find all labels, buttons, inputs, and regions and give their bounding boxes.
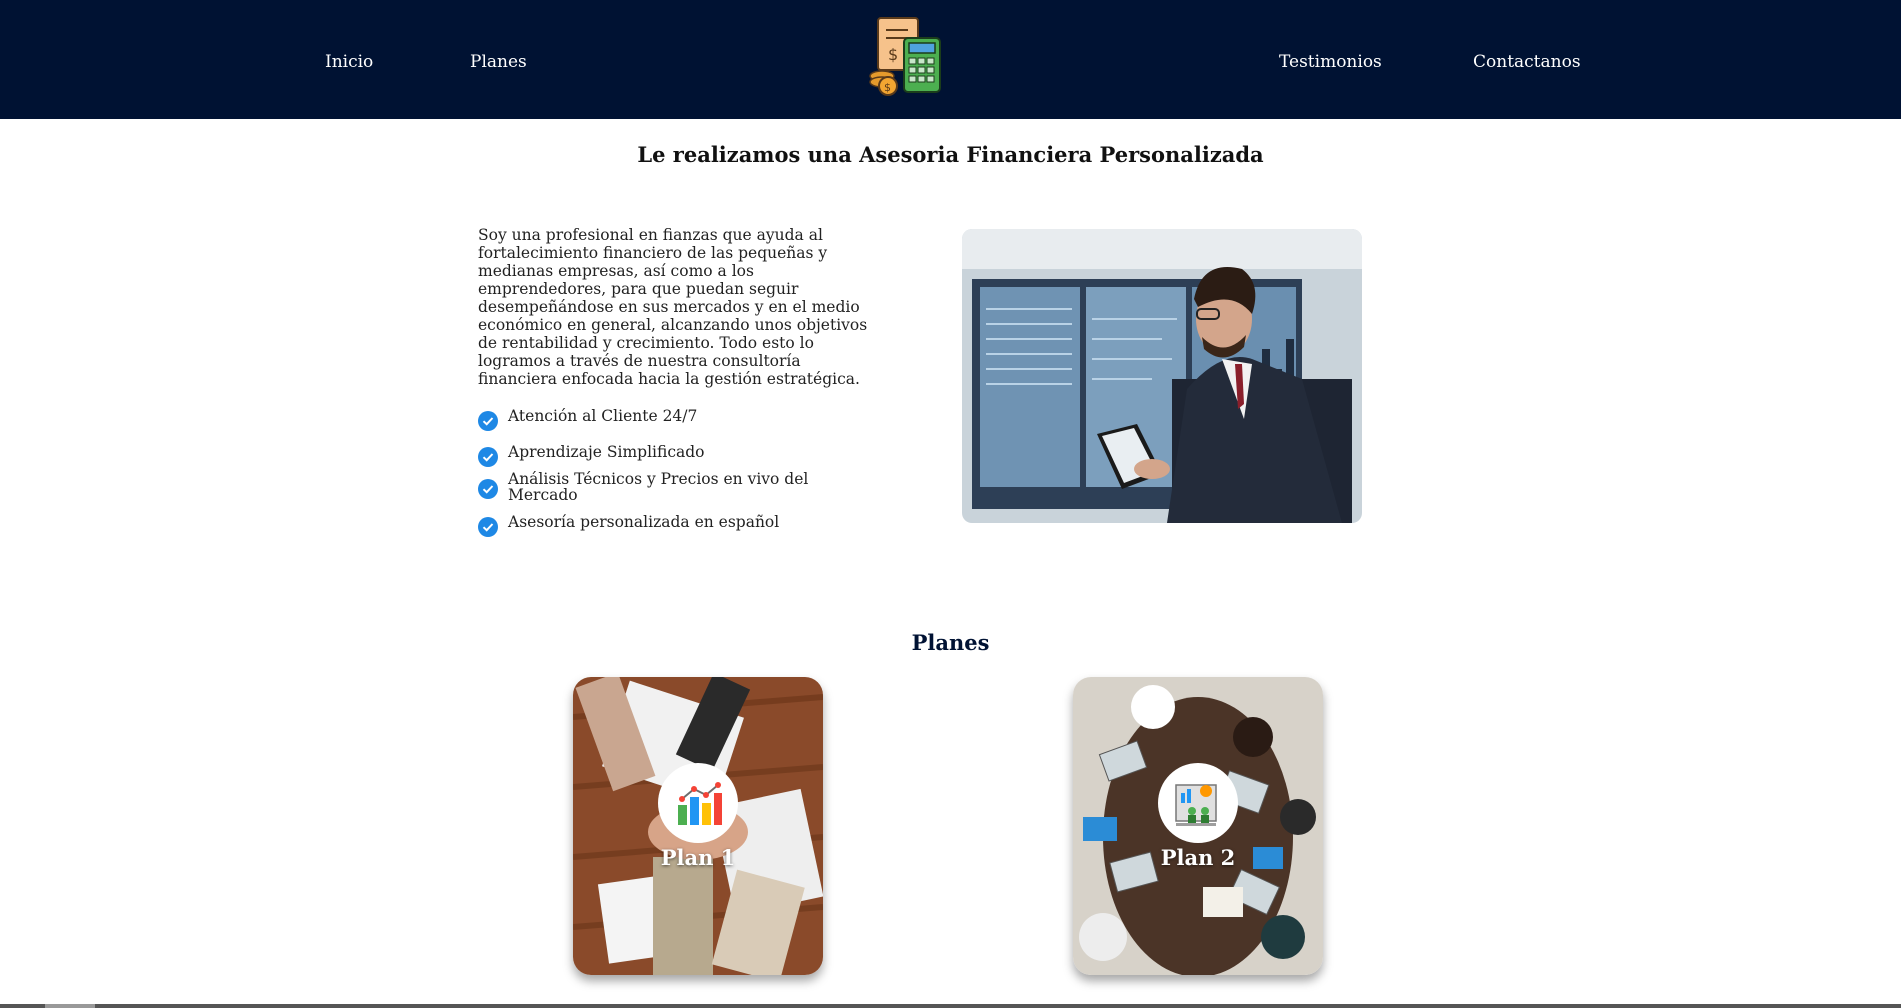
calculator-logo-icon[interactable]: $ $ — [864, 14, 950, 100]
check-circle-icon — [478, 479, 498, 499]
feature-label: Asesoría personalizada en español — [508, 513, 780, 531]
feature-label: Aprendizaje Simplificado — [508, 443, 705, 461]
page: Inicio Planes $ $ Testimonios Contactano… — [0, 0, 1901, 1008]
feature-item: Aprendizaje Simplificado — [478, 443, 705, 467]
nav-link-testimonios[interactable]: Testimonios — [1279, 52, 1382, 72]
plan-icon-badge — [1158, 763, 1238, 843]
check-circle-icon — [478, 411, 498, 431]
plans-title: Planes — [911, 630, 990, 655]
intro-paragraph: Soy una profesional en fianzas que ayuda… — [478, 226, 868, 388]
feature-item: Asesoría personalizada en español — [478, 513, 780, 537]
nav-link-planes[interactable]: Planes — [470, 52, 527, 72]
feature-item: Atención al Cliente 24/7 — [478, 407, 698, 431]
check-circle-icon — [478, 517, 498, 537]
advisor-photo — [962, 229, 1362, 523]
svg-text:$: $ — [888, 45, 898, 64]
bar-line-chart-icon — [678, 782, 722, 825]
plan-label: Plan 1 — [660, 845, 736, 870]
feature-label: Análisis Técnicos y Precios en vivo del … — [508, 470, 809, 504]
plan-card-2[interactable]: Plan 2 — [1073, 677, 1323, 975]
nav-link-contactanos[interactable]: Contactanos — [1473, 52, 1581, 72]
plan-card-1[interactable]: Plan 1 — [573, 677, 823, 975]
hero-title: Le realizamos una Asesoria Financiera Pe… — [637, 142, 1264, 167]
business-presentation-icon — [1175, 784, 1217, 826]
horizontal-scrollbar[interactable] — [0, 1004, 1901, 1008]
plan-icon-badge — [658, 763, 738, 843]
svg-text:$: $ — [884, 81, 891, 94]
nav-link-inicio[interactable]: Inicio — [325, 52, 373, 72]
feature-item: Análisis Técnicos y Precios en vivo del … — [478, 471, 818, 503]
navbar: Inicio Planes $ $ Testimonios Contactano… — [0, 0, 1901, 119]
feature-label: Atención al Cliente 24/7 — [508, 407, 698, 425]
scrollbar-thumb[interactable] — [45, 1004, 95, 1008]
check-circle-icon — [478, 447, 498, 467]
plan-label: Plan 2 — [1160, 845, 1236, 870]
